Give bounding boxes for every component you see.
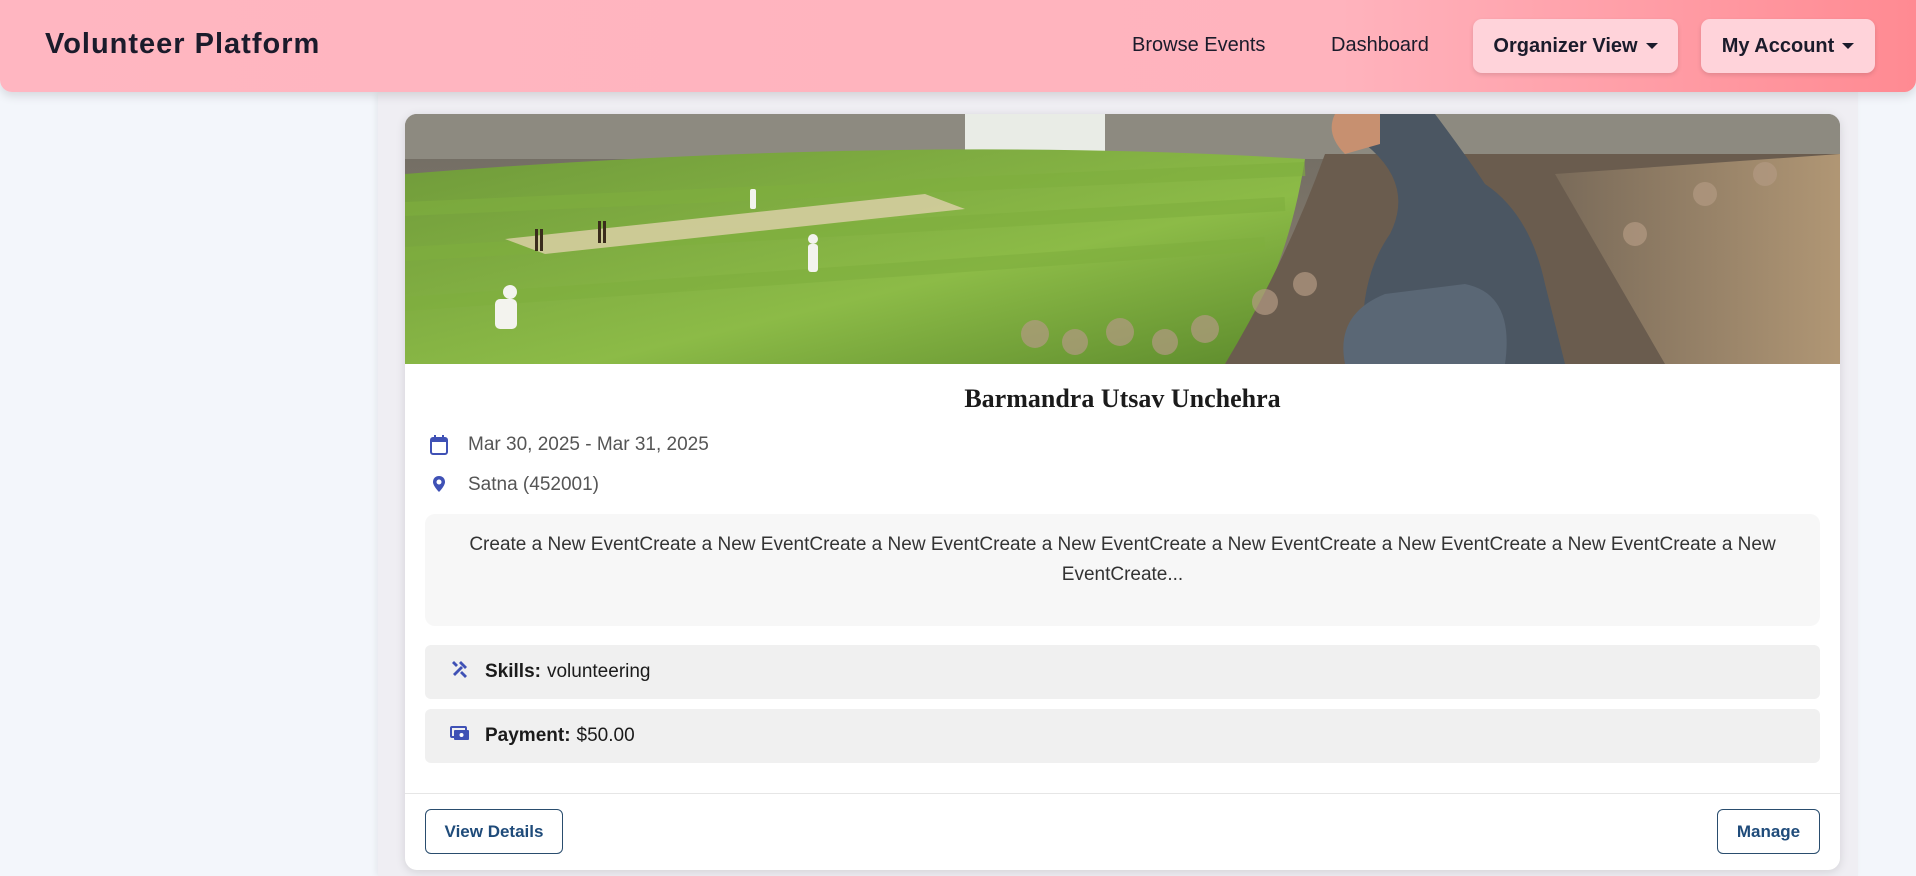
event-title: Barmandra Utsav Unchehra [964,384,1281,413]
caret-down-icon [1645,43,1658,49]
payment-icon [450,722,470,742]
location-pin-icon [430,475,448,495]
event-location: Satna (452001) [468,474,599,495]
skills-label: Skills: [485,661,541,682]
top-navbar: Volunteer Platform Browse Events Dashboa… [0,0,1916,92]
payment-box: Payment: $50.00 [425,709,1820,763]
event-location-row: Satna (452001) [430,474,599,496]
caret-down-icon [1842,43,1855,49]
tools-icon [450,658,470,678]
nav-dashboard[interactable]: Dashboard [1331,34,1429,57]
organizer-view-dropdown[interactable]: Organizer View [1473,19,1678,73]
nav-browse-events[interactable]: Browse Events [1132,34,1265,57]
view-details-button[interactable]: View Details [425,809,563,854]
payment-label: Payment: [485,725,571,746]
card-footer-divider [405,793,1840,794]
skills-box: Skills: volunteering [425,645,1820,699]
event-description: Create a New EventCreate a New EventCrea… [425,514,1820,626]
manage-button[interactable]: Manage [1717,809,1820,854]
event-card: Barmandra Utsav Unchehra Mar 30, 2025 - … [405,114,1840,870]
calendar-icon [430,435,448,455]
my-account-dropdown[interactable]: My Account [1701,19,1875,73]
organizer-view-label: Organizer View [1493,34,1638,57]
event-dates-row: Mar 30, 2025 - Mar 31, 2025 [430,434,709,456]
my-account-label: My Account [1721,34,1835,57]
payment-value: $50.00 [576,725,635,746]
event-image [405,114,1840,364]
skills-value: volunteering [546,661,651,682]
brand-title[interactable]: Volunteer Platform [45,28,320,61]
event-dates: Mar 30, 2025 - Mar 31, 2025 [468,434,709,455]
